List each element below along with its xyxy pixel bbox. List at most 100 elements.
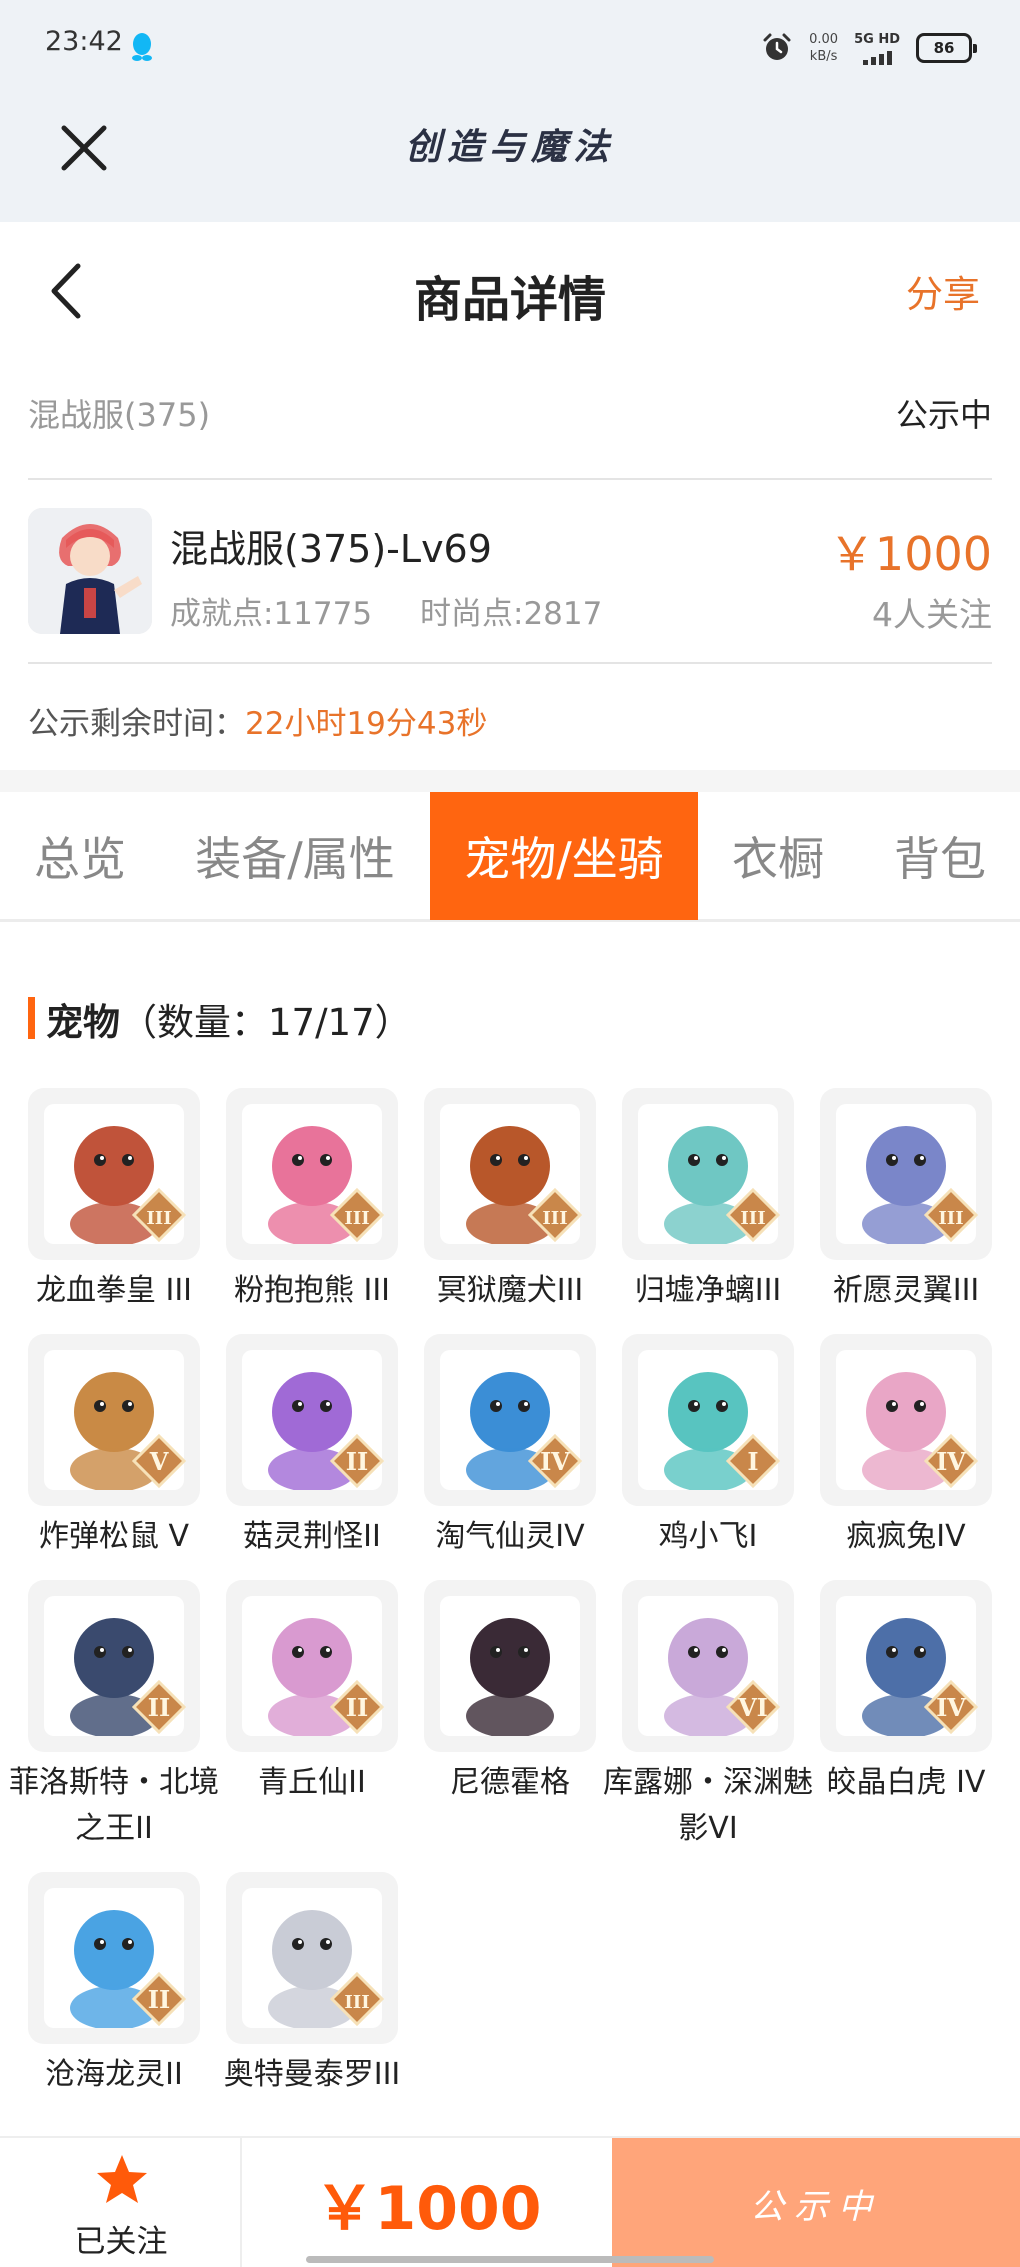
pet-tile: IV	[820, 1334, 992, 1506]
pet-card[interactable]: III 龙血拳皇 III	[28, 1088, 200, 1314]
pet-card[interactable]: III 冥狱魔犬III	[424, 1088, 596, 1314]
section-spacer	[0, 770, 1020, 792]
svg-text:VI: VI	[737, 1693, 768, 1722]
pet-name: 菇灵荆怪II	[243, 1519, 381, 1554]
alarm-icon	[763, 33, 791, 60]
tier-badge-icon: III	[131, 1187, 187, 1243]
pet-card[interactable]: III 归墟净螭III	[622, 1088, 794, 1314]
pet-card[interactable]: II 青丘仙II	[226, 1580, 398, 1806]
pet-tile: I	[622, 1334, 794, 1506]
tier-badge-icon: IV	[923, 1433, 979, 1489]
pet-name: 鸡小飞I	[658, 1519, 758, 1554]
pet-card[interactable]: 尼德霍格	[424, 1580, 596, 1806]
star-icon	[97, 2155, 147, 2203]
tab-pets-mounts[interactable]: 宠物/坐骑	[430, 792, 698, 920]
pet-card[interactable]: II 菇灵荆怪II	[226, 1334, 398, 1560]
battery-level: 86	[933, 39, 955, 57]
tab-equipment[interactable]: 装备/属性	[170, 792, 420, 920]
listing-price: ￥1000	[828, 527, 992, 581]
pet-name: 冥狱魔犬III	[436, 1273, 584, 1308]
pet-name: 菲洛斯特・北境之王II	[9, 1765, 219, 1846]
pet-card[interactable]: III 粉抱抱熊 III	[226, 1088, 398, 1314]
pet-name: 龙血拳皇 III	[35, 1273, 193, 1308]
svg-text:III: III	[344, 1208, 369, 1229]
fashion-points: 时尚点:2817	[420, 596, 603, 632]
pet-tile: III	[424, 1088, 596, 1260]
section-accent-bar	[28, 997, 35, 1039]
signal-bars-icon	[862, 49, 892, 65]
svg-text:IV: IV	[936, 1447, 966, 1476]
pet-card[interactable]: IV 皎晶白虎 IV	[820, 1580, 992, 1806]
pet-name: 奥特曼泰罗III	[223, 2057, 401, 2092]
app-title: 创造与魔法	[404, 126, 615, 168]
tier-badge-icon: II	[329, 1679, 385, 1735]
tab-wardrobe[interactable]: 衣橱	[708, 792, 848, 920]
net-speed: 0.00 kB/s	[809, 31, 838, 65]
battery-icon: 86	[916, 33, 977, 63]
server-name: 混战服(375)	[28, 396, 211, 434]
pet-name: 淘气仙灵IV	[435, 1519, 585, 1554]
svg-text:II: II	[148, 1985, 170, 2014]
pets-section-title: 宠物（数量：17/17）	[46, 992, 412, 1046]
pet-card[interactable]: III 奥特曼泰罗III	[224, 1872, 400, 2098]
pet-body	[470, 1618, 550, 1698]
action-button[interactable]: 公示中	[612, 2138, 1020, 2267]
remaining-time-row: 公示剩余时间：22小时19分43秒	[28, 698, 487, 743]
pet-card[interactable]: IV 淘气仙灵IV	[424, 1334, 596, 1560]
remaining-time-value: 22小时19分43秒	[245, 706, 488, 742]
character-name: 混战服(375)-Lv69	[170, 527, 492, 571]
tier-badge-icon: IV	[923, 1679, 979, 1735]
follow-button[interactable]: 已关注	[0, 2138, 242, 2267]
svg-text:III: III	[938, 1208, 963, 1229]
pet-card[interactable]: IV 疯疯兔IV	[820, 1334, 992, 1560]
pet-name: 青丘仙II	[258, 1765, 366, 1800]
svg-text:II: II	[346, 1447, 368, 1476]
watcher-count: 4人关注	[872, 595, 992, 634]
pet-name: 皎晶白虎 IV	[826, 1765, 986, 1800]
signal-indicator: 5G HD	[854, 32, 900, 65]
pet-tile: II	[28, 1872, 200, 2044]
tier-badge-icon: III	[725, 1187, 781, 1243]
divider	[28, 662, 992, 664]
bottom-price: ￥1000	[314, 2174, 542, 2244]
pet-name: 尼德霍格	[450, 1765, 570, 1800]
tier-badge-icon: III	[329, 1971, 385, 2027]
pet-name: 粉抱抱熊 III	[233, 1273, 391, 1308]
tier-badge-icon: II	[131, 1971, 187, 2027]
page-title: 商品详情	[413, 272, 606, 328]
pet-tile: II	[226, 1580, 398, 1752]
pet-card[interactable]: II 沧海龙灵II	[28, 1872, 200, 2098]
pet-tile: II	[28, 1580, 200, 1752]
pet-tile: III	[622, 1088, 794, 1260]
pet-card[interactable]: VI 库露娜・深渊魅影VI	[603, 1580, 813, 1852]
pet-name: 库露娜・深渊魅影VI	[603, 1765, 813, 1846]
achievement-points: 成就点:11775	[170, 596, 373, 632]
svg-text:III: III	[146, 1208, 171, 1229]
svg-text:IV: IV	[540, 1447, 570, 1476]
status-icons: 0.00 kB/s 5G HD 86	[761, 26, 977, 70]
pet-card[interactable]: I 鸡小飞I	[622, 1334, 794, 1560]
pet-card[interactable]: II 菲洛斯特・北境之王II	[9, 1580, 219, 1852]
pet-card[interactable]: V 炸弹松鼠 V	[28, 1334, 200, 1560]
follow-label: 已关注	[74, 2224, 168, 2260]
pet-tile: IV	[424, 1334, 596, 1506]
pet-name: 归墟净螭III	[634, 1273, 782, 1308]
net-speed-unit: kB/s	[809, 49, 838, 64]
pet-tile	[424, 1580, 596, 1752]
pet-tile: III	[28, 1088, 200, 1260]
pet-tile: V	[28, 1334, 200, 1506]
share-button[interactable]: 分享	[906, 264, 980, 318]
tab-backpack[interactable]: 背包	[860, 792, 1020, 920]
pets-title: 宠物	[46, 1001, 120, 1044]
pet-name: 炸弹松鼠 V	[38, 1519, 190, 1554]
pet-name: 沧海龙灵II	[45, 2057, 183, 2092]
tab-overview[interactable]: 总览	[0, 792, 160, 920]
pet-card[interactable]: III 祈愿灵翼III	[820, 1088, 992, 1314]
tier-badge-icon: II	[131, 1679, 187, 1735]
tier-badge-icon: II	[329, 1433, 385, 1489]
pet-tile: II	[226, 1334, 398, 1506]
bottom-bar: 已关注 ￥1000 公示中	[0, 2136, 1020, 2267]
tier-badge-icon: III	[923, 1187, 979, 1243]
svg-text:II: II	[148, 1693, 170, 1722]
signal-label: 5G HD	[854, 31, 900, 47]
